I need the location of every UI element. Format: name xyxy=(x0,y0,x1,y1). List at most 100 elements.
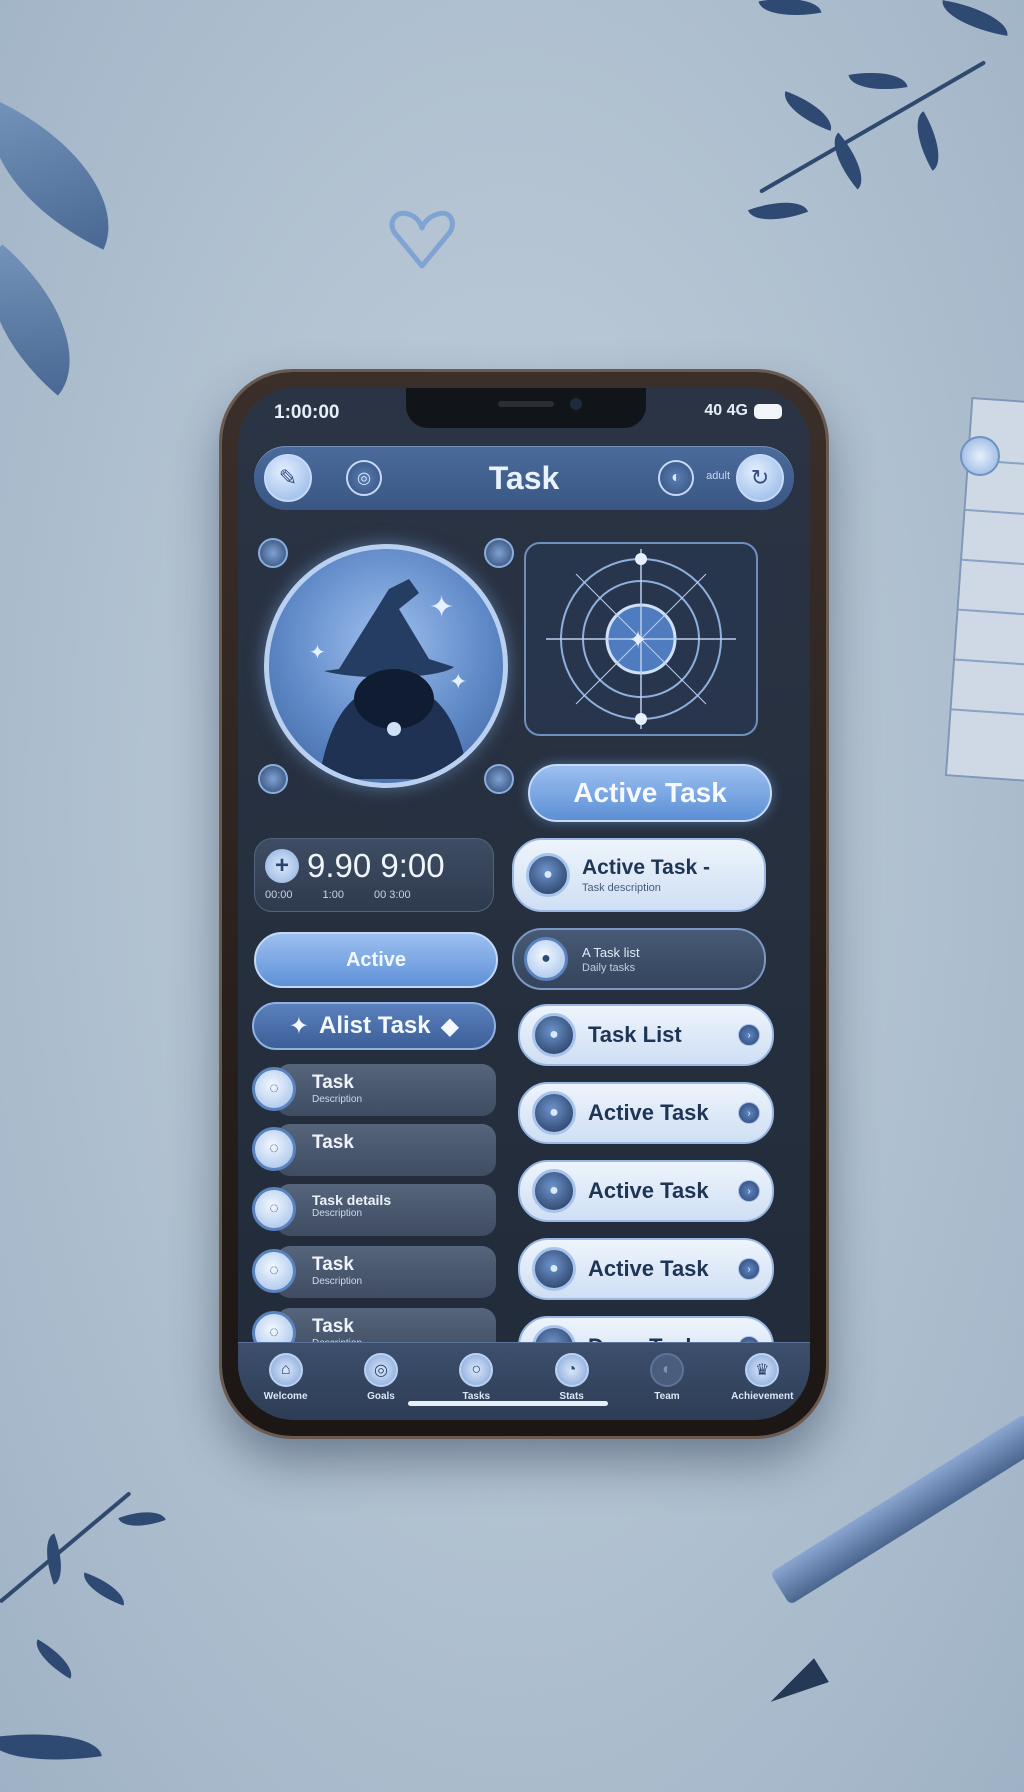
list-item[interactable]: TaskDescription ◌ xyxy=(252,1064,496,1116)
tab-achievement[interactable]: ♛ Achievement xyxy=(727,1353,797,1402)
notification-icon[interactable]: ◐ xyxy=(658,460,694,496)
right-item-title: Active Task xyxy=(588,1100,709,1125)
circle-icon: ○ xyxy=(459,1353,494,1387)
phone-frame: 1:00:00 40 4G ✎ ◎ Task ◐ adult ↻ ✦ ✦ ✦ ✦… xyxy=(222,372,826,1436)
header-subtitle: adult xyxy=(706,470,730,482)
notch xyxy=(406,388,646,428)
chart-icon: ◔ xyxy=(554,1353,589,1387)
diamond-icon: ◆ xyxy=(440,1012,460,1040)
list-item-title: Task xyxy=(312,1254,354,1275)
timer-value: 9.90 9:00 xyxy=(307,847,445,884)
timer-sub-left: 00:00 xyxy=(265,889,293,901)
secondary-card-title: A Task list xyxy=(582,944,640,960)
active-task-subtitle: Task description xyxy=(582,882,661,894)
list-item-title: Task details xyxy=(312,1192,392,1208)
chevron-right-icon[interactable]: › xyxy=(738,1258,760,1280)
camera xyxy=(570,398,582,410)
tab-label: Goals xyxy=(367,1391,395,1402)
leaf-decoration xyxy=(848,65,908,97)
leaf-decoration xyxy=(777,91,839,131)
task-status-icon: ● xyxy=(524,937,568,981)
status-time: 1:00:00 xyxy=(274,402,340,423)
home-indicator[interactable] xyxy=(408,1401,608,1406)
leaf-decoration xyxy=(904,111,952,171)
tab-stats[interactable]: ◔ Stats xyxy=(537,1353,607,1402)
signal-icon: 40 4G xyxy=(704,402,748,419)
list-item-subtitle: Description xyxy=(312,1094,363,1105)
status-icons: 40 4G xyxy=(704,402,782,420)
secondary-card-subtitle: Daily tasks xyxy=(582,961,636,974)
pin-decoration xyxy=(960,436,1000,476)
task-icon: ◌ xyxy=(252,1127,296,1171)
leaf-decoration xyxy=(747,191,809,231)
leaf-decoration xyxy=(938,0,1012,36)
task-icon: ● xyxy=(532,1247,576,1291)
right-list-item[interactable]: ● Active Task › xyxy=(518,1160,774,1222)
leaf-decoration xyxy=(0,244,110,396)
wizard-icon: ✦ ✦ ✦ xyxy=(309,579,469,779)
orb-icon xyxy=(484,764,514,794)
leaf-decoration xyxy=(0,100,142,250)
leaf-decoration xyxy=(0,1722,102,1772)
tab-tasks[interactable]: ○ Tasks xyxy=(441,1353,511,1402)
task-icon: ● xyxy=(532,1169,576,1213)
leaf-decoration xyxy=(118,1503,166,1535)
task-icon: ◌ xyxy=(252,1187,296,1231)
timer-panel: + 9.90 9:00 00:00 1:00 00 3:00 xyxy=(254,838,494,912)
tab-label: Achievement xyxy=(731,1391,794,1402)
list-item-subtitle: Description xyxy=(312,1276,363,1287)
right-item-title: Active Task xyxy=(588,1178,709,1203)
compass-panel[interactable]: ✦ xyxy=(524,542,758,736)
chevron-right-icon[interactable]: › xyxy=(738,1102,760,1124)
list-item-subtitle: Description xyxy=(312,1208,363,1219)
secondary-task-card[interactable]: ● A Task list Daily tasks xyxy=(512,928,766,990)
list-item-title: Task xyxy=(312,1072,354,1093)
svg-text:✦: ✦ xyxy=(449,670,467,695)
task-icon: ● xyxy=(532,1013,576,1057)
chevron-right-icon[interactable]: › xyxy=(738,1024,760,1046)
pen-decoration xyxy=(769,1413,1024,1606)
battery-icon xyxy=(754,403,782,419)
chevron-right-icon[interactable]: › xyxy=(738,1180,760,1202)
active-task-button[interactable]: Active Task xyxy=(528,764,772,822)
right-list-item[interactable]: ● Active Task › xyxy=(518,1238,774,1300)
add-icon[interactable]: + xyxy=(265,849,299,883)
compass-icon: ✦ xyxy=(546,549,736,729)
right-item-title: Task List xyxy=(588,1022,682,1047)
tab-welcome[interactable]: ⌂ Welcome xyxy=(251,1353,321,1402)
home-icon: ⌂ xyxy=(268,1353,303,1387)
task-status-icon: ● xyxy=(526,853,570,897)
orb-icon xyxy=(484,538,514,568)
pen-tip-decoration xyxy=(763,1658,829,1714)
active-task-title: Active Task - xyxy=(582,856,710,879)
team-icon: ◐ xyxy=(649,1353,684,1387)
speaker xyxy=(498,401,554,407)
tab-goals[interactable]: ◎ Goals xyxy=(346,1353,416,1402)
active-button[interactable]: Active xyxy=(254,932,498,988)
target-icon: ◎ xyxy=(363,1353,398,1387)
list-item-title: Task xyxy=(312,1316,354,1337)
task-icon: ◌ xyxy=(252,1067,296,1111)
wizard-avatar[interactable]: ✦ ✦ ✦ xyxy=(264,544,508,788)
tab-team[interactable]: ◐ Team xyxy=(632,1353,702,1402)
leaf-decoration xyxy=(78,1572,130,1606)
refresh-icon[interactable]: ↻ xyxy=(736,454,784,502)
leaf-decoration xyxy=(37,1533,71,1585)
leaf-decoration xyxy=(28,1639,80,1679)
list-item[interactable]: Task details Description ◌ xyxy=(252,1184,496,1236)
right-list-item[interactable]: ● Task List › xyxy=(518,1004,774,1066)
list-item[interactable]: Task ◌ xyxy=(252,1124,496,1176)
svg-text:✦: ✦ xyxy=(309,640,326,664)
right-item-title: Active Task xyxy=(588,1256,709,1281)
right-list-item[interactable]: ● Active Task › xyxy=(518,1082,774,1144)
list-item[interactable]: TaskDescription ◌ xyxy=(252,1246,496,1298)
phone-screen: 1:00:00 40 4G ✎ ◎ Task ◐ adult ↻ ✦ ✦ ✦ ✦… xyxy=(238,388,810,1420)
leaf-decoration xyxy=(758,0,822,24)
task-icon: ● xyxy=(532,1091,576,1135)
orb-icon xyxy=(258,538,288,568)
active-task-card[interactable]: ● Active Task - Task description xyxy=(512,838,766,912)
heart-clip-decoration xyxy=(389,210,455,269)
list-heading-label: Alist Task xyxy=(319,1012,431,1039)
list-heading: ✦ Alist Task ◆ xyxy=(252,1002,496,1050)
orb-icon xyxy=(258,764,288,794)
